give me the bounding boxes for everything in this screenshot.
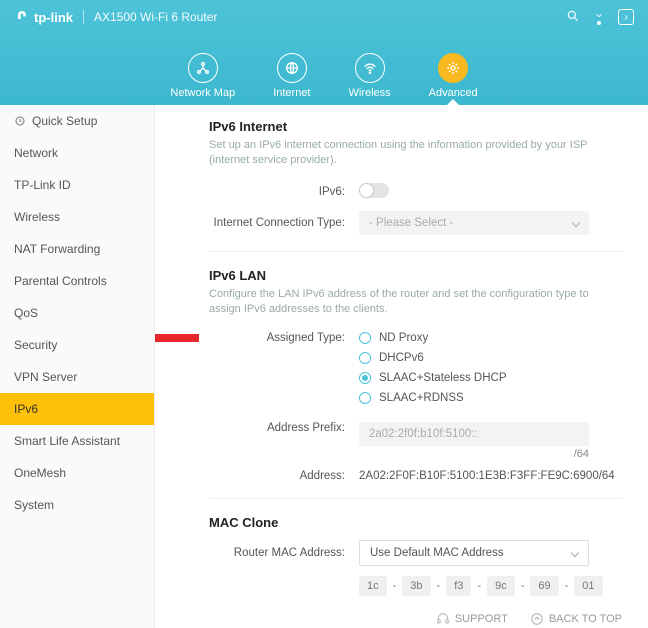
divider [209,498,622,499]
label-address-prefix: Address Prefix: [209,422,359,434]
product-name: AX1500 Wi-Fi 6 Router [94,10,217,24]
arrow-up-circle-icon [530,612,544,626]
radio-slaac-rdnss[interactable]: SLAAC+RDNSS [359,392,622,404]
address-prefix-input[interactable]: 2a02:2f0f:b10f:5100:: [359,422,589,446]
router-mac-select[interactable]: Use Default MAC Address [359,540,589,566]
main-nav: Network Map Internet Wireless Advanced [0,53,648,105]
chevron-down-icon [572,219,580,227]
address-value: 2A02:2F0F:B10F:5100:1E3B:F3FF:FE9C:6900/… [359,470,622,482]
header: tp-link AX1500 Wi-Fi 6 Router Network Ma… [0,0,648,105]
section-desc-ipv6-internet: Set up an IPv6 internet connection using… [209,138,622,169]
label-assigned-type: Assigned Type: [209,332,359,344]
label-ipv6: IPv6: [209,186,359,198]
sidebar-item-onemesh[interactable]: OneMesh [0,457,154,489]
label-connection-type: Internet Connection Type: [209,217,359,229]
gear-icon [445,60,461,76]
brand-logo: tp-link [14,9,73,25]
sidebar-item-system[interactable]: System [0,489,154,521]
clock-icon [14,115,26,127]
sidebar-item-tplink-id[interactable]: TP-Link ID [0,169,154,201]
globe-icon [284,60,300,76]
nav-network-map[interactable]: Network Map [170,53,235,99]
search-icon[interactable] [566,9,580,26]
sidebar-item-ipv6[interactable]: IPv6 [0,393,154,425]
section-title-mac-clone: MAC Clone [209,515,622,530]
nav-advanced[interactable]: Advanced [429,53,478,99]
network-map-icon [195,60,211,76]
headset-icon [436,612,450,626]
sidebar-item-wireless[interactable]: Wireless [0,201,154,233]
ipv6-toggle[interactable] [359,183,389,198]
back-to-top-button[interactable]: BACK TO TOP [530,612,622,626]
sidebar-item-parental-controls[interactable]: Parental Controls [0,265,154,297]
section-desc-ipv6-lan: Configure the LAN IPv6 address of the ro… [209,287,622,318]
radio-nd-proxy[interactable]: ND Proxy [359,332,622,344]
mac-segments: 1c- 3b- f3- 9c- 69- 01 [359,576,622,596]
section-title-ipv6-internet: IPv6 Internet [209,119,622,134]
sidebar-item-smart-life[interactable]: Smart Life Assistant [0,425,154,457]
download-icon[interactable] [594,10,604,25]
sidebar: Quick Setup Network TP-Link ID Wireless … [0,105,155,628]
support-button[interactable]: SUPPORT [436,612,508,626]
logout-icon[interactable] [618,9,634,25]
sidebar-item-qos[interactable]: QoS [0,297,154,329]
brand-divider [83,10,84,24]
section-title-ipv6-lan: IPv6 LAN [209,268,622,283]
brand-text: tp-link [34,10,73,25]
sidebar-item-vpn-server[interactable]: VPN Server [0,361,154,393]
sidebar-item-security[interactable]: Security [0,329,154,361]
sidebar-item-quick-setup[interactable]: Quick Setup [0,105,154,137]
connection-type-select[interactable]: - Please Select - [359,211,589,235]
tplink-logo-icon [14,9,30,25]
content: IPv6 Internet Set up an IPv6 internet co… [155,105,648,628]
radio-slaac-stateless[interactable]: SLAAC+Stateless DHCP [359,372,622,384]
label-router-mac: Router MAC Address: [209,547,359,559]
header-actions [566,9,634,26]
sidebar-item-nat-forwarding[interactable]: NAT Forwarding [0,233,154,265]
label-address: Address: [209,470,359,482]
content-footer: SUPPORT BACK TO TOP [209,612,622,626]
wifi-icon [362,60,378,76]
annotation-arrow-icon [155,323,201,353]
address-prefix-suffix: /64 [359,448,589,460]
divider [209,251,622,252]
chevron-down-icon [571,548,579,556]
radio-dhcpv6[interactable]: DHCPv6 [359,352,622,364]
nav-wireless[interactable]: Wireless [349,53,391,99]
sidebar-item-network[interactable]: Network [0,137,154,169]
nav-internet[interactable]: Internet [273,53,310,99]
